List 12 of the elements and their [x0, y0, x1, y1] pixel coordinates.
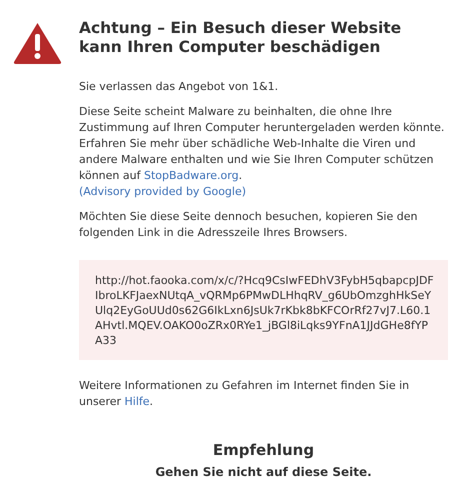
advisory-link[interactable]: (Advisory provided by Google) — [79, 185, 246, 198]
warning-icon — [12, 21, 63, 65]
leaving-text: Sie verlassen das Angebot von 1&1. — [79, 79, 280, 95]
recommendation-text: Gehen Sie nicht auf diese Seite. — [155, 465, 372, 479]
malware-text: Diese Seite scheint Malware zu beinhalten, die ohne Ihre Zustimmung auf Ihren Computer heruntergeladen werden könnte. Erfahren Sie mehr über schädliche Web-Inhalte die Viren und andere Malware enthalten und wie Sie Ihren Computer schützen können auf StopBadware.org. (Advisory provided by Google) — [79, 104, 446, 200]
recommendation-heading: Empfehlung — [212, 441, 314, 459]
url-text: http://hot.faooka.com/x/c/?Hcq9CsIwFEDhV3FybH5qbapcpJDFIbroLKFJaexNUtqA_vQRMp6PMwDLHhqRV_g6UbOmzghHkSeYUlq2EyGoUUd0s62G6IkLxn6JsUk7rKbk8bKFCOrRf27vJ7.L60.1AHvtl.MQEV.OAKO0oZRx0RYe1_jBGl8iLqks9YFnA1JJdGHe8fYPA33 — [79, 260, 448, 360]
stopbadware-link[interactable]: StopBadware.org — [144, 169, 239, 182]
more-info-text: Weitere Informationen zu Gefahren im Internet finden Sie in unserer Hilfe. — [79, 378, 410, 410]
help-link[interactable]: Hilfe — [124, 395, 150, 408]
warning-title: Achtung – Ein Besuch dieser Website kann Ihren Computer beschädigen — [79, 19, 402, 57]
visit-hint-text: Möchten Sie diese Seite dennoch besuchen, kopieren Sie den folgenden Link in die Adresszeile Ihres Browsers. — [79, 209, 418, 241]
